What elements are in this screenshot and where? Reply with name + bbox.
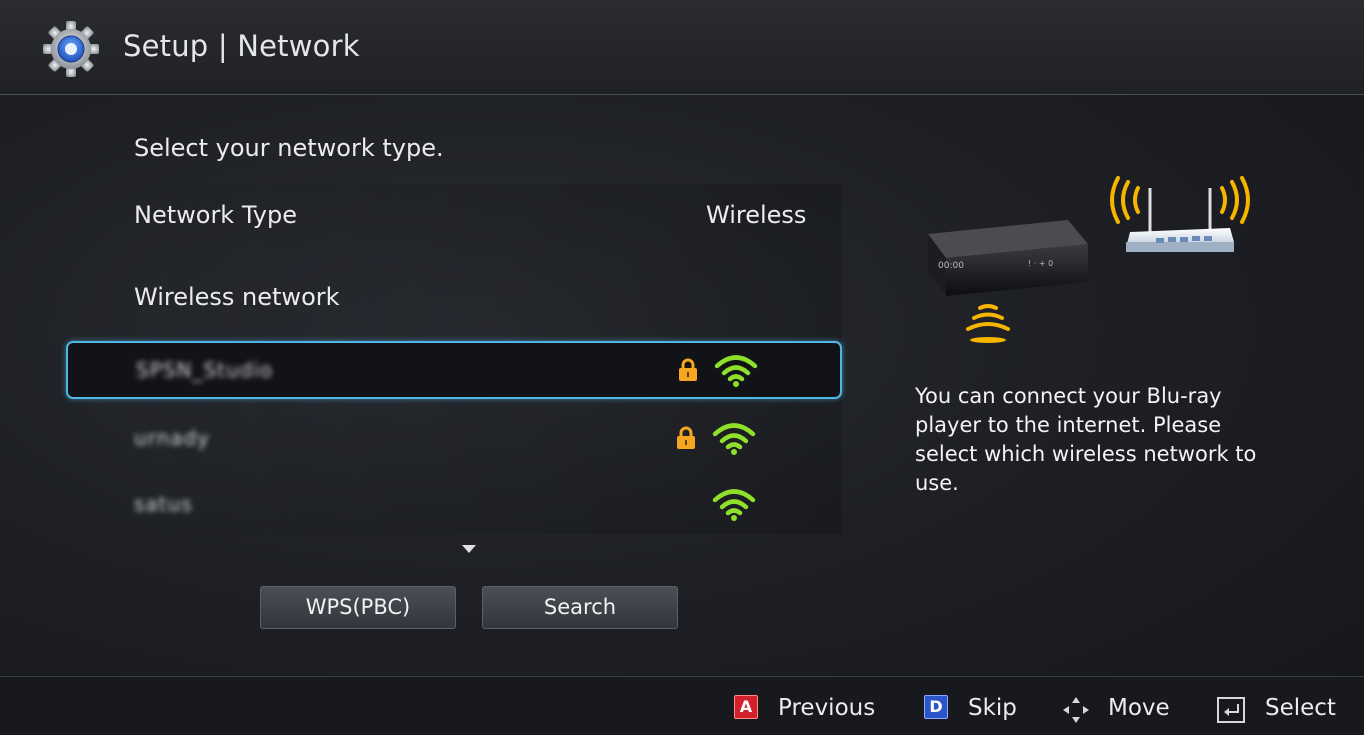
network-ssid: urnady bbox=[134, 426, 211, 450]
info-text: You can connect your Blu-ray player to t… bbox=[915, 384, 1257, 495]
network-connection-illustration-icon: 00:00 ! · + 0 bbox=[928, 176, 1250, 343]
enter-icon bbox=[1217, 697, 1245, 723]
lock-icon bbox=[679, 358, 697, 381]
svg-text:00:00: 00:00 bbox=[938, 261, 964, 271]
select-label[interactable]: Select bbox=[1265, 695, 1336, 721]
wps-pbc-button[interactable]: WPS(PBC) bbox=[260, 586, 456, 629]
network-ssid: satus bbox=[134, 492, 193, 516]
network-list-item[interactable]: SPSN_Studio bbox=[66, 341, 842, 399]
svg-text:! · + 0: ! · + 0 bbox=[1028, 259, 1053, 268]
previous-label[interactable]: Previous bbox=[778, 695, 875, 721]
skip-label[interactable]: Skip bbox=[968, 695, 1017, 721]
wireless-network-label: Wireless network bbox=[134, 283, 340, 311]
wifi-signal-icon bbox=[712, 489, 756, 521]
blue-d-button-icon[interactable]: D bbox=[924, 695, 948, 719]
wifi-signal-icon bbox=[714, 355, 758, 387]
instruction-text: Select your network type. bbox=[134, 134, 444, 162]
network-list-item[interactable]: satus bbox=[66, 475, 842, 533]
page-title: Setup | Network bbox=[123, 29, 360, 63]
dpad-icon bbox=[1063, 697, 1089, 723]
gear-icon bbox=[43, 21, 99, 77]
wifi-signal-icon bbox=[712, 423, 756, 455]
red-a-button-icon[interactable]: A bbox=[734, 695, 758, 719]
network-type-value[interactable]: Wireless bbox=[706, 201, 806, 229]
network-type-label: Network Type bbox=[134, 201, 297, 229]
network-list-item[interactable]: urnady bbox=[66, 409, 842, 467]
search-button[interactable]: Search bbox=[482, 586, 678, 629]
move-label: Move bbox=[1108, 695, 1170, 721]
lock-icon bbox=[677, 426, 695, 449]
scroll-down-arrow-icon[interactable] bbox=[462, 545, 476, 553]
header: Setup | Network bbox=[0, 0, 1364, 95]
network-ssid: SPSN_Studio bbox=[136, 358, 274, 382]
